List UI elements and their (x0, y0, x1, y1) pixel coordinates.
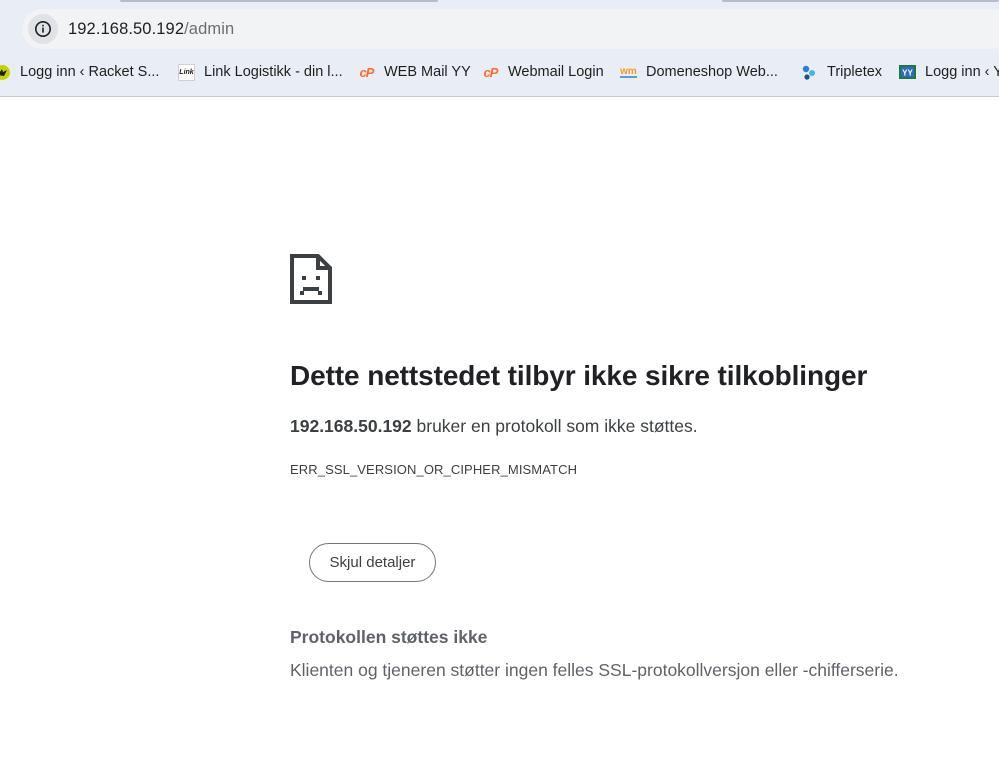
url-path: /admin (184, 19, 235, 38)
link-logistikk-favicon: Link (178, 63, 195, 81)
bookmark-racket[interactable]: Logg inn ‹ Racket S... (0, 57, 159, 87)
error-code: ERR_SSL_VERSION_OR_CIPHER_MISMATCH (290, 462, 578, 477)
bookmark-tripletex[interactable]: Tripletex (801, 57, 882, 87)
bookmark-label: Logg inn ‹ Racket S... (20, 64, 160, 80)
bookmark-webmail-login[interactable]: cP Webmail Login (482, 57, 604, 87)
error-summary: 192.168.50.192 bruker en protokoll som i… (290, 416, 698, 437)
bookmark-label: Domeneshop Web... (646, 64, 778, 80)
bookmark-label: WEB Mail YY (384, 64, 471, 80)
tripletex-icon (801, 64, 818, 81)
cpanel-icon: cP (359, 64, 375, 80)
cpanel-icon: cP (483, 64, 499, 80)
browser-toolbar: 192.168.50.192/admin Logg inn ‹ Racket S… (0, 0, 999, 97)
bookmark-web-mail-yy[interactable]: cP WEB Mail YY (358, 57, 471, 87)
info-icon (35, 21, 51, 37)
bookmark-logg-inn-y[interactable]: YY Logg inn ‹ Y (899, 57, 999, 87)
details-text: Klienten og tjeneren støtter ingen felle… (290, 660, 899, 680)
tab-edge[interactable] (120, 0, 438, 2)
url-text[interactable]: 192.168.50.192/admin (68, 20, 234, 39)
bookmark-label: Logg inn ‹ Y (925, 64, 999, 80)
tab-edge[interactable] (722, 0, 999, 2)
bookmark-label: Tripletex (827, 64, 883, 80)
bookmarks-bar: Logg inn ‹ Racket S... Link Link Logisti… (0, 57, 999, 87)
hide-details-button[interactable]: Skjul detaljer (309, 543, 436, 582)
racket-favicon (0, 64, 11, 81)
webmail-icon: wm (620, 65, 637, 78)
address-bar[interactable]: 192.168.50.192/admin (22, 9, 999, 49)
bookmark-label: Webmail Login (508, 64, 604, 80)
bookmark-domeneshop[interactable]: wm Domeneshop Web... (620, 57, 778, 87)
details-heading: Protokollen støttes ikke (290, 627, 488, 647)
site-info-button[interactable] (28, 14, 58, 44)
sad-document-icon (290, 254, 332, 304)
error-summary-text: bruker en protokoll som ikke støttes. (411, 416, 698, 436)
error-host: 192.168.50.192 (290, 416, 412, 436)
bookmark-label: Link Logistikk - din l... (204, 64, 343, 80)
error-title: Dette nettstedet tilbyr ikke sikre tilko… (290, 360, 868, 391)
svg-text:YY: YY (902, 69, 913, 78)
bookmark-link-logistikk[interactable]: Link Link Logistikk - din l... (178, 57, 343, 87)
yy-icon: YY (899, 64, 916, 81)
url-host: 192.168.50.192 (68, 19, 185, 38)
